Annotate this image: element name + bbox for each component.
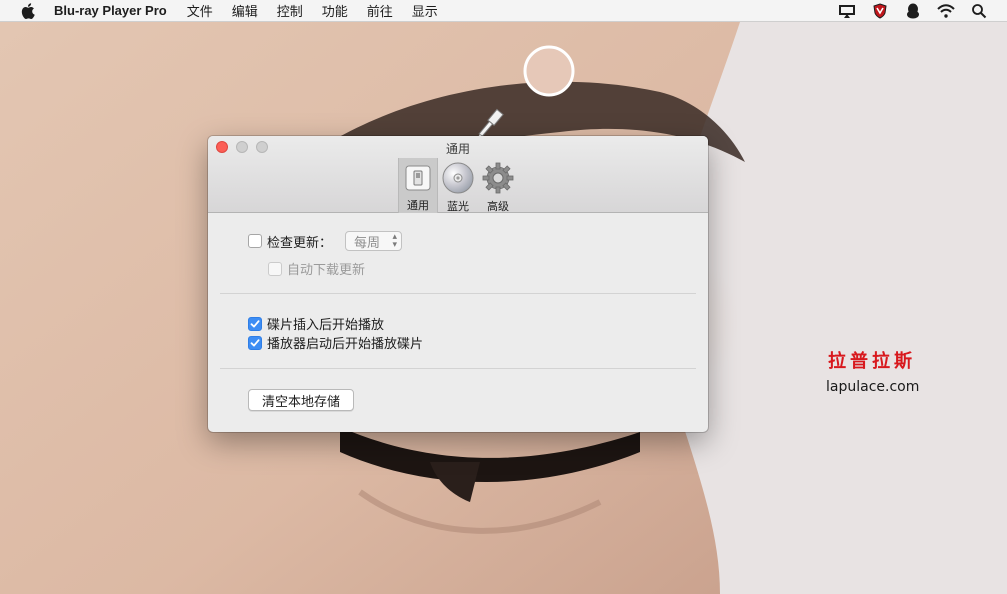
wifi-icon[interactable] bbox=[936, 3, 956, 19]
play-on-launch-label[interactable]: 播放器启动后开始播放碟片 bbox=[267, 333, 423, 352]
menu-feature[interactable]: 功能 bbox=[321, 1, 349, 20]
chevron-updown-icon: ▴ ▾ bbox=[392, 232, 398, 250]
tab-bluray[interactable]: 蓝光 bbox=[438, 158, 478, 213]
airplay-display-icon[interactable] bbox=[837, 3, 857, 19]
update-frequency-select[interactable]: 每周 ▴ ▾ bbox=[345, 231, 403, 251]
separator bbox=[220, 368, 696, 369]
menu-go[interactable]: 前往 bbox=[366, 1, 394, 20]
antivirus-shield-icon[interactable] bbox=[870, 3, 890, 19]
watermark-chinese: 拉普拉斯 bbox=[828, 351, 916, 372]
auto-download-checkbox[interactable] bbox=[268, 261, 282, 276]
watermark: 拉普拉斯 lapulace.com bbox=[826, 347, 928, 395]
tab-general-label: 通用 bbox=[407, 199, 429, 212]
play-on-insert-checkbox[interactable] bbox=[248, 316, 262, 331]
gear-icon bbox=[482, 162, 514, 194]
check-updates-checkbox[interactable] bbox=[248, 234, 262, 248]
menu-view[interactable]: 显示 bbox=[411, 1, 439, 20]
clear-local-storage-button[interactable]: 清空本地存储 bbox=[248, 389, 354, 411]
window-titlebar[interactable]: 通用 通用 蓝光 高级 bbox=[208, 136, 708, 213]
tab-general[interactable]: 通用 bbox=[398, 158, 438, 213]
play-on-launch-row: 播放器启动后开始播放碟片 bbox=[248, 333, 423, 352]
preferences-window: 通用 通用 蓝光 高级 检查更新： 每周 ▴ ▾ 自动下载更新 碟片插入后开始播… bbox=[208, 136, 708, 432]
app-menu[interactable]: Blu-ray Player Pro bbox=[54, 3, 167, 18]
qq-penguin-icon[interactable] bbox=[903, 3, 923, 19]
status-icons bbox=[837, 0, 989, 22]
checkmark-icon bbox=[250, 338, 260, 346]
watermark-url: lapulace.com bbox=[826, 379, 920, 395]
switch-icon bbox=[402, 162, 434, 193]
menu-file[interactable]: 文件 bbox=[186, 1, 214, 20]
update-frequency-value: 每周 bbox=[354, 235, 381, 251]
preferences-toolbar: 通用 蓝光 高级 bbox=[398, 158, 518, 213]
disc-icon bbox=[442, 162, 474, 194]
play-on-insert-row: 碟片插入后开始播放 bbox=[248, 314, 384, 333]
checkmark-icon bbox=[250, 319, 260, 327]
auto-download-row: 自动下载更新 bbox=[268, 259, 365, 278]
search-icon[interactable] bbox=[969, 3, 989, 19]
tab-advanced-label: 高级 bbox=[487, 200, 509, 213]
menu-bar: Blu-ray Player Pro 文件 编辑 控制 功能 前往 显示 bbox=[0, 0, 1007, 22]
menu-control[interactable]: 控制 bbox=[276, 1, 304, 20]
play-on-launch-checkbox[interactable] bbox=[248, 335, 262, 350]
tab-bluray-label: 蓝光 bbox=[447, 200, 469, 213]
window-title: 通用 bbox=[445, 142, 470, 156]
auto-download-label: 自动下载更新 bbox=[287, 263, 366, 278]
check-updates-row: 检查更新： 每周 ▴ ▾ bbox=[248, 231, 403, 251]
check-updates-label[interactable]: 检查更新： bbox=[267, 232, 332, 251]
apple-logo-icon[interactable] bbox=[20, 2, 36, 19]
tab-advanced[interactable]: 高级 bbox=[478, 158, 518, 213]
play-on-insert-label[interactable]: 碟片插入后开始播放 bbox=[267, 314, 384, 333]
separator bbox=[220, 293, 696, 294]
menu-edit[interactable]: 编辑 bbox=[231, 1, 259, 20]
